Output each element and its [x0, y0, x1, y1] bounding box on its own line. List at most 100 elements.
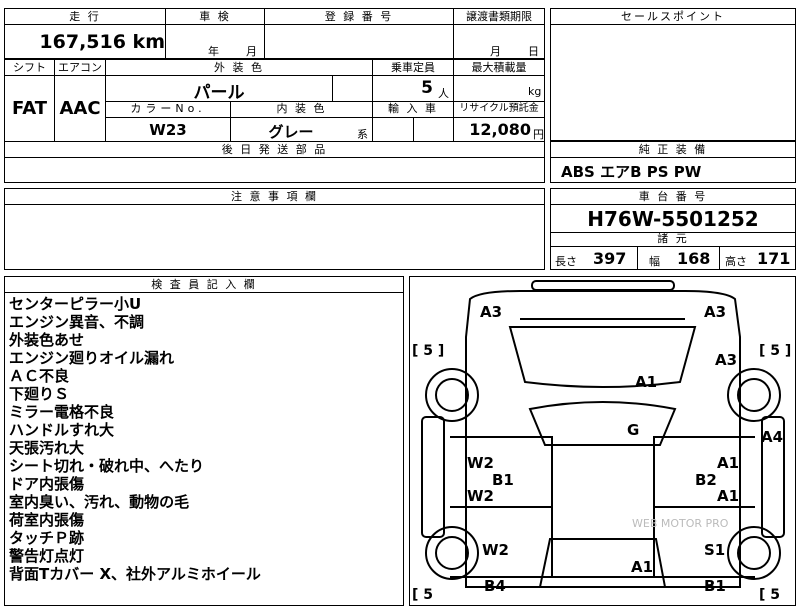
front-bumper-shape [531, 280, 675, 291]
tire-depth-rear-left: [ 5 [412, 587, 433, 603]
mark-w2-left-1: W2 [467, 454, 494, 472]
interior-suffix: 系 [357, 128, 368, 141]
import-label: 輸 入 車 [388, 102, 438, 115]
color-no-label: カラーNo. [130, 102, 206, 115]
capacity-value: 5 [421, 78, 433, 98]
height-label: 高さ [725, 255, 747, 268]
mark-b1-right: B1 [704, 577, 726, 595]
width-value: 168 [677, 249, 711, 268]
inspector-note: 外装色あせ [9, 331, 85, 349]
transfer-month: 月 [490, 45, 501, 58]
interior-value: グレー [268, 123, 314, 141]
inspector-note: 背面Tカバー X、社外アルミホイール [9, 565, 261, 583]
wheel-front-right-shape [737, 378, 771, 412]
car-diagram: WEB MOTOR PRO A3 A3 A3 A1 G A4 W2 B1 W2 … [412, 280, 791, 603]
dims-label: 諸 元 [657, 232, 689, 245]
aircon-label: エアコン [58, 61, 102, 74]
hood-shape [508, 326, 697, 388]
inspector-note: 下廻りＳ [9, 385, 70, 403]
load-label: 最大積載量 [471, 61, 527, 74]
mark-a3-top-left: A3 [480, 303, 502, 321]
inspector-note: ミラー電格不良 [9, 403, 115, 421]
color-no-value: W23 [149, 121, 187, 139]
chassis-value: H76W-5501252 [587, 207, 759, 231]
mark-a3-right: A3 [715, 351, 737, 369]
watermark: WEB MOTOR PRO [632, 517, 729, 530]
recycle-unit: 円 [533, 128, 544, 141]
capacity-unit: 人 [438, 87, 449, 100]
notes-box: 注 意 事 項 欄 [4, 188, 545, 270]
inspection-year: 年 [208, 45, 219, 58]
tire-depth-rear-right: [ 5 [759, 587, 780, 603]
mark-w2-left-3: W2 [482, 541, 509, 559]
mark-a1-right-2: A1 [717, 487, 739, 505]
length-value: 397 [593, 249, 627, 268]
wheel-front-left-shape [435, 378, 469, 412]
wheel-rear-right-shape [737, 536, 771, 570]
tire-depth-front-left: [ 5 ] [412, 343, 444, 359]
tire-front-left-shape [425, 368, 479, 422]
inspector-note: 荷室内張傷 [9, 511, 85, 529]
inspector-notes-list: センターピラー小U エンジン異音、不調 外装色あせ エンジン廻りオイル漏れ ＡＣ… [9, 295, 261, 583]
inspector-note: ＡＣ不良 [9, 367, 70, 385]
transfer-label: 譲渡書類期限 [466, 10, 532, 23]
registration-label: 登 録 番 号 [324, 10, 394, 23]
mark-a3-top-right: A3 [704, 303, 726, 321]
sales-point-box: セールスポイント [550, 8, 796, 141]
mark-b4-left: B4 [484, 577, 506, 595]
mark-a1-rear: A1 [631, 558, 653, 576]
inspector-note: ハンドルすれ大 [9, 421, 115, 439]
chassis-box: 車 台 番 号 H76W-5501252 諸 元 長さ 397 幅 168 高さ… [550, 188, 796, 270]
mark-s1-right: S1 [704, 541, 725, 559]
registration-box: 登 録 番 号 [264, 8, 454, 59]
mark-b1-left: B1 [492, 471, 514, 489]
sales-point-label: セールスポイント [621, 10, 725, 23]
mark-b2-right: B2 [695, 471, 717, 489]
inspection-box: 車 検 年 月 [165, 8, 265, 59]
tire-front-right-shape [727, 368, 781, 422]
inspection-label: 車 検 [199, 10, 231, 23]
recycle-value: 12,080 [469, 120, 531, 139]
shift-value: FAT [11, 98, 48, 119]
exterior-value: パール [193, 83, 245, 103]
mark-a1-right-1: A1 [717, 454, 739, 472]
tire-depth-front-right: [ 5 ] [759, 343, 791, 359]
width-label: 幅 [649, 255, 660, 268]
interior-label: 内 装 色 [276, 102, 327, 115]
parts-box: 後 日 発 送 部 品 [4, 141, 545, 183]
damage-diagram-box: WEB MOTOR PRO A3 A3 A3 A1 G A4 W2 B1 W2 … [409, 276, 796, 606]
load-unit: kg [528, 85, 542, 98]
capacity-label: 乗車定員 [391, 61, 435, 74]
height-value: 171 [757, 249, 791, 268]
notes-label: 注 意 事 項 欄 [231, 190, 318, 203]
inspector-note: タッチＰ跡 [9, 529, 85, 547]
wheel-rear-left-shape [435, 536, 469, 570]
transfer-box: 譲渡書類期限 月 日 [453, 8, 545, 59]
shift-label: シフト [13, 61, 46, 74]
mark-a4-right: A4 [761, 428, 783, 446]
exterior-label: 外 装 色 [214, 61, 264, 74]
aircon-value: AAC [59, 98, 101, 119]
inspector-note: シート切れ・破れ中、へたり [9, 457, 205, 475]
parts-label: 後 日 発 送 部 品 [221, 143, 328, 156]
chassis-label: 車 台 番 号 [638, 190, 708, 203]
inspector-note: 室内臭い、汚れ、動物の毛 [9, 493, 190, 511]
length-label: 長さ [555, 255, 577, 268]
mark-g-glass: G [627, 421, 639, 439]
equipment-box: 純 正 装 備 ABS エアB PS PW [550, 141, 796, 183]
mileage-box: 走 行 167,516 km [4, 8, 166, 59]
transfer-day: 日 [528, 45, 539, 58]
inspector-note: ドア内張傷 [9, 475, 85, 493]
inspector-note: 警告灯点灯 [9, 547, 85, 565]
mark-a1-hood: A1 [635, 373, 657, 391]
tire-rear-right-shape [727, 526, 781, 580]
inspector-note: 天張汚れ大 [9, 439, 85, 457]
inspector-note: エンジン異音、不調 [9, 313, 145, 331]
equipment-label: 純 正 装 備 [638, 143, 708, 156]
inspector-note: エンジン廻りオイル漏れ [9, 349, 175, 367]
mileage-label: 走 行 [69, 10, 101, 23]
left-side-strip-shape [421, 416, 445, 538]
inspection-month: 月 [246, 45, 257, 58]
mileage-value: 167,516 km [39, 31, 165, 53]
mark-w2-left-2: W2 [467, 487, 494, 505]
